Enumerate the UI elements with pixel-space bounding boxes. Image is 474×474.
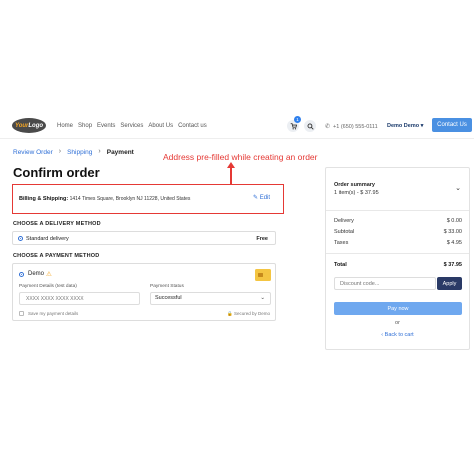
summary-row-value: $ 33.00 <box>443 229 462 235</box>
billing-address: Billing & Shipping: 1414 Times Square, B… <box>19 196 190 202</box>
summary-divider <box>326 253 469 254</box>
order-summary-title: Order summary <box>334 182 375 188</box>
delivery-option[interactable]: Standard delivery Free <box>12 231 276 245</box>
nav-events[interactable]: Events <box>97 123 115 129</box>
payment-provider-label: Demo <box>28 271 45 277</box>
search-glyph <box>307 123 314 130</box>
or-divider-text: or <box>395 320 400 326</box>
chevron-down-icon[interactable]: ⌄ <box>455 184 461 192</box>
delivery-section-title: CHOOSE A DELIVERY METHOD <box>13 221 101 227</box>
billing-label: Billing & Shipping: <box>19 196 69 202</box>
save-payment-label: Save my payment details <box>28 311 79 316</box>
credit-card-icon <box>255 269 271 281</box>
payment-details-label: Payment Details (test data) <box>19 284 77 289</box>
billing-shipping-box: Billing & Shipping: 1414 Times Square, B… <box>12 184 284 214</box>
breadcrumb-separator-icon: › <box>58 148 62 155</box>
edit-label: Edit <box>259 195 271 201</box>
site-header: Your Logo Home Shop Events Services About… <box>0 115 474 139</box>
breadcrumb-payment: Payment <box>106 149 134 156</box>
card-number-input[interactable] <box>19 292 140 305</box>
apply-button[interactable]: Apply <box>437 277 462 290</box>
cart-count-badge: 1 <box>294 116 301 123</box>
summary-row-value: $ 4.95 <box>446 240 462 246</box>
pay-now-button[interactable]: Pay now <box>334 302 462 315</box>
payment-status-value: Successful <box>155 295 182 301</box>
nav-about-us[interactable]: About Us <box>148 123 173 129</box>
lock-icon: 🔒 <box>227 311 233 316</box>
summary-row-value: $ 0.00 <box>446 218 462 224</box>
discount-code-input[interactable] <box>334 277 436 290</box>
secured-label: Secured by Demo <box>233 311 270 316</box>
payment-radio[interactable] <box>19 272 24 277</box>
summary-total-value: $ 37.95 <box>443 262 462 268</box>
breadcrumb-review-order[interactable]: Review Order <box>13 149 53 156</box>
chevron-down-icon: ⌄ <box>260 295 265 301</box>
phone-number[interactable]: ✆ +1 (650) 555-0111 <box>325 123 378 130</box>
save-payment-checkbox[interactable] <box>19 311 24 316</box>
card-chip <box>258 273 263 277</box>
payment-status-label: Payment Status <box>150 284 184 289</box>
back-to-cart-link[interactable]: ‹ Back to cart <box>326 332 469 338</box>
payment-section-title: CHOOSE A PAYMENT METHOD <box>13 253 100 259</box>
summary-row-label: Delivery <box>334 218 354 224</box>
annotation-text: Address pre-filled while creating an ord… <box>163 152 318 162</box>
breadcrumb-shipping[interactable]: Shipping <box>67 149 92 156</box>
pencil-icon: ✎ <box>253 195 259 201</box>
main-nav: Home Shop Events Services About Us Conta… <box>57 123 207 129</box>
warning-icon: ⚠ <box>46 271 52 278</box>
contact-us-button[interactable]: Contact Us <box>432 118 472 132</box>
summary-row-subtotal: Subtotal $ 33.00 <box>334 229 462 235</box>
summary-row-taxes: Taxes $ 4.95 <box>334 240 462 246</box>
summary-total-label: Total <box>334 262 347 268</box>
page-title: Confirm order <box>13 165 100 180</box>
delivery-radio[interactable] <box>18 236 23 241</box>
logo-text-your: Your <box>14 122 29 129</box>
logo-text-logo: Logo <box>28 122 44 129</box>
edit-address-link[interactable]: ✎ Edit <box>253 194 270 201</box>
search-icon[interactable] <box>304 120 316 132</box>
site-logo[interactable]: Your Logo <box>12 118 46 133</box>
user-name: Demo Demo <box>387 123 420 129</box>
order-summary-card: Order summary 1 item(s) - $ 37.95 ⌄ Deli… <box>325 167 470 350</box>
delivery-option-label: Standard delivery <box>26 235 69 242</box>
summary-divider <box>326 210 469 211</box>
payment-method-box: Demo ⚠ Payment Details (test data) Payme… <box>12 263 276 321</box>
phone-icon: ✆ <box>325 124 331 130</box>
user-menu[interactable]: Demo Demo ▾ <box>387 123 423 129</box>
summary-row-total: Total $ 37.95 <box>334 262 462 268</box>
summary-row-delivery: Delivery $ 0.00 <box>334 218 462 224</box>
breadcrumb-separator-icon: › <box>98 148 101 155</box>
breadcrumb: Review Order › Shipping › Payment <box>13 148 134 156</box>
secured-by-text: 🔒Secured by Demo <box>227 311 270 317</box>
cart-glyph <box>290 122 297 129</box>
payment-status-select[interactable]: Successful ⌄ <box>150 292 271 305</box>
nav-contact-us[interactable]: Contact us <box>178 123 207 129</box>
summary-row-label: Subtotal <box>334 229 355 235</box>
nav-shop[interactable]: Shop <box>78 123 92 129</box>
nav-home[interactable]: Home <box>57 123 73 129</box>
chevron-down-icon: ▾ <box>420 123 424 129</box>
billing-address-text: 1414 Times Square, Brooklyn NJ 11228, Un… <box>69 196 191 202</box>
summary-row-label: Taxes <box>334 240 349 246</box>
nav-services[interactable]: Services <box>120 123 143 129</box>
order-summary-items: 1 item(s) - $ 37.95 <box>334 190 379 196</box>
delivery-price: Free <box>256 235 268 242</box>
phone-text: +1 (650) 555-0111 <box>333 124 378 130</box>
